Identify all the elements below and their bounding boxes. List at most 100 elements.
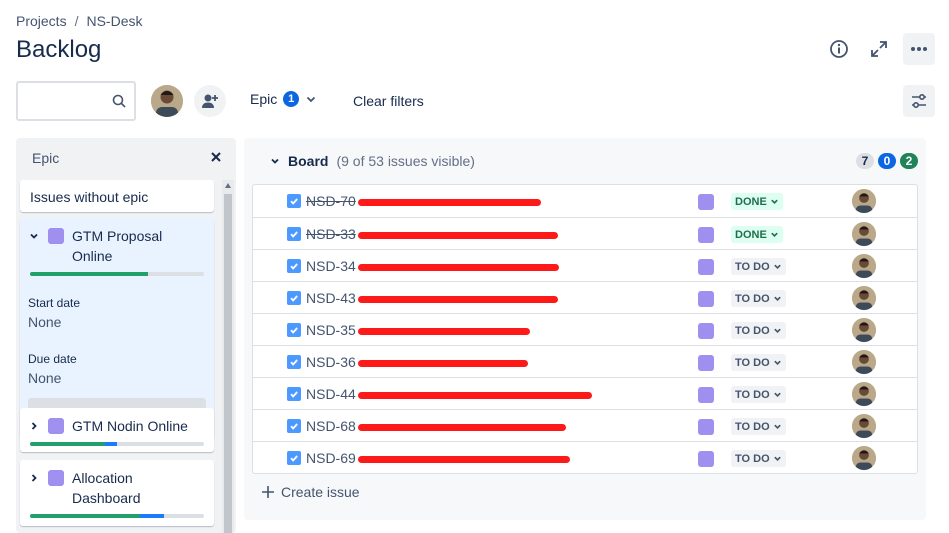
issue-status-dropdown[interactable]: TO DO bbox=[731, 258, 786, 275]
issue-row[interactable]: NSD-70 DONE bbox=[253, 185, 917, 217]
scroll-up-icon[interactable] bbox=[225, 183, 231, 188]
issue-status-dropdown[interactable]: TO DO bbox=[731, 290, 786, 307]
redacted-summary-mark bbox=[358, 456, 570, 463]
info-button[interactable] bbox=[823, 33, 855, 65]
create-issue-button[interactable]: Create issue bbox=[261, 484, 360, 500]
issue-epic-swatch bbox=[698, 451, 714, 467]
issue-status-dropdown[interactable]: TO DO bbox=[731, 418, 786, 435]
issue-epic-swatch bbox=[698, 419, 714, 435]
issue-type-task-icon bbox=[287, 194, 301, 208]
issues-without-epic[interactable]: Issues without epic bbox=[20, 180, 214, 212]
issue-status-dropdown[interactable]: DONE bbox=[731, 193, 783, 210]
search-input[interactable] bbox=[16, 81, 136, 121]
epic-name: GTM Proposal Online bbox=[72, 228, 163, 264]
add-people-button[interactable] bbox=[194, 85, 226, 117]
issue-epic-swatch bbox=[698, 323, 714, 339]
epic-progress-bar bbox=[30, 272, 204, 276]
clear-filters-button[interactable]: Clear filters bbox=[353, 93, 424, 109]
issue-status-label: TO DO bbox=[735, 260, 770, 273]
epic-color-swatch bbox=[48, 228, 64, 244]
issue-type-task-icon bbox=[287, 419, 301, 433]
close-epic-panel-button[interactable] bbox=[210, 150, 222, 168]
issue-epic-swatch bbox=[698, 291, 714, 307]
chevron-right-icon[interactable] bbox=[28, 416, 40, 436]
progress-in-progress-segment bbox=[104, 442, 117, 446]
issue-row[interactable]: NSD-44 TO DO bbox=[253, 377, 917, 409]
issue-assignee-avatar[interactable] bbox=[852, 382, 876, 406]
issue-key[interactable]: NSD-68 bbox=[306, 418, 356, 434]
issue-status-label: TO DO bbox=[735, 324, 770, 337]
more-actions-button[interactable] bbox=[903, 33, 935, 65]
issue-assignee-avatar[interactable] bbox=[852, 286, 876, 310]
issue-type-task-icon bbox=[287, 323, 301, 337]
epic-filter-dropdown[interactable]: Epic 1 bbox=[250, 91, 317, 107]
issue-assignee-avatar[interactable] bbox=[852, 318, 876, 342]
scrollbar-thumb[interactable] bbox=[224, 194, 232, 533]
issue-status-dropdown[interactable]: TO DO bbox=[731, 354, 786, 371]
view-settings-button[interactable] bbox=[903, 85, 935, 117]
issue-status-label: TO DO bbox=[735, 292, 770, 305]
issue-key[interactable]: NSD-70 bbox=[306, 193, 356, 209]
chevron-down-icon bbox=[773, 424, 781, 429]
issue-assignee-avatar[interactable] bbox=[852, 189, 876, 213]
fullscreen-button[interactable] bbox=[863, 33, 895, 65]
issue-assignee-avatar[interactable] bbox=[852, 446, 876, 470]
page-title: Backlog bbox=[16, 36, 102, 63]
issue-row[interactable]: NSD-33 DONE bbox=[253, 217, 917, 249]
issue-key[interactable]: NSD-33 bbox=[306, 226, 356, 242]
issue-row[interactable]: NSD-35 TO DO bbox=[253, 313, 917, 345]
chevron-down-icon[interactable] bbox=[270, 156, 280, 166]
progress-done-segment bbox=[30, 272, 149, 276]
epic-card-allocation-dashboard[interactable]: Allocation Dashboard bbox=[20, 460, 214, 526]
redacted-summary-mark bbox=[358, 392, 592, 399]
board-panel: Board (9 of 53 issues visible) 7 0 2 NSD… bbox=[244, 138, 926, 520]
issue-epic-swatch bbox=[698, 355, 714, 371]
issue-epic-swatch bbox=[698, 227, 714, 243]
issue-status-dropdown[interactable]: TO DO bbox=[731, 322, 786, 339]
chevron-down-icon[interactable] bbox=[28, 226, 40, 246]
issue-row[interactable]: NSD-43 TO DO bbox=[253, 281, 917, 313]
issue-assignee-avatar[interactable] bbox=[852, 350, 876, 374]
issue-assignee-avatar[interactable] bbox=[852, 254, 876, 278]
issue-status-label: TO DO bbox=[735, 420, 770, 433]
progress-done-segment bbox=[30, 442, 105, 446]
issue-key[interactable]: NSD-36 bbox=[306, 354, 356, 370]
issue-key[interactable]: NSD-43 bbox=[306, 290, 356, 306]
board-header[interactable]: Board (9 of 53 issues visible) bbox=[270, 153, 475, 169]
due-date-label: Due date bbox=[28, 352, 77, 366]
issue-row[interactable]: NSD-36 TO DO bbox=[253, 345, 917, 377]
user-avatar[interactable] bbox=[151, 85, 183, 117]
issue-type-task-icon bbox=[287, 387, 301, 401]
redacted-summary-mark bbox=[358, 264, 559, 271]
breadcrumb: Projects / NS-Desk bbox=[16, 13, 142, 29]
issue-status-dropdown[interactable]: DONE bbox=[731, 226, 783, 243]
epic-panel-scrollbar[interactable] bbox=[222, 180, 234, 533]
issue-key[interactable]: NSD-44 bbox=[306, 386, 356, 402]
chevron-right-icon[interactable] bbox=[28, 468, 40, 488]
epic-card-gtm-nodin-online[interactable]: GTM Nodin Online bbox=[20, 408, 214, 452]
issue-row[interactable]: NSD-34 TO DO bbox=[253, 249, 917, 281]
progress-done-segment bbox=[30, 514, 140, 518]
issue-row[interactable]: NSD-68 TO DO bbox=[253, 409, 917, 441]
header-actions bbox=[823, 33, 935, 65]
issue-key[interactable]: NSD-34 bbox=[306, 258, 356, 274]
issue-key[interactable]: NSD-69 bbox=[306, 450, 356, 466]
issue-status-dropdown[interactable]: TO DO bbox=[731, 386, 786, 403]
issue-list: NSD-70 DONE NSD-33 DONE NSD-34 TO DO NSD-43 TO … bbox=[252, 184, 918, 474]
issue-status-label: DONE bbox=[735, 195, 767, 208]
chevron-down-icon bbox=[773, 264, 781, 269]
chevron-down-icon bbox=[771, 232, 778, 237]
add-user-icon bbox=[202, 94, 218, 108]
issue-status-dropdown[interactable]: TO DO bbox=[731, 450, 786, 467]
breadcrumb-project-link[interactable]: NS-Desk bbox=[86, 13, 142, 29]
breadcrumb-projects-link[interactable]: Projects bbox=[16, 13, 67, 29]
epic-color-swatch bbox=[48, 418, 64, 434]
issue-assignee-avatar[interactable] bbox=[852, 222, 876, 246]
issue-assignee-avatar[interactable] bbox=[852, 414, 876, 438]
issue-row[interactable]: NSD-69 TO DO bbox=[253, 441, 917, 473]
epic-card-gtm-proposal-online[interactable]: GTM Proposal Online Start date None Due … bbox=[20, 218, 214, 438]
done-count-badge: 2 bbox=[900, 153, 918, 169]
issue-key[interactable]: NSD-35 bbox=[306, 322, 356, 338]
issue-epic-swatch bbox=[698, 194, 714, 210]
issue-status-label: TO DO bbox=[735, 388, 770, 401]
